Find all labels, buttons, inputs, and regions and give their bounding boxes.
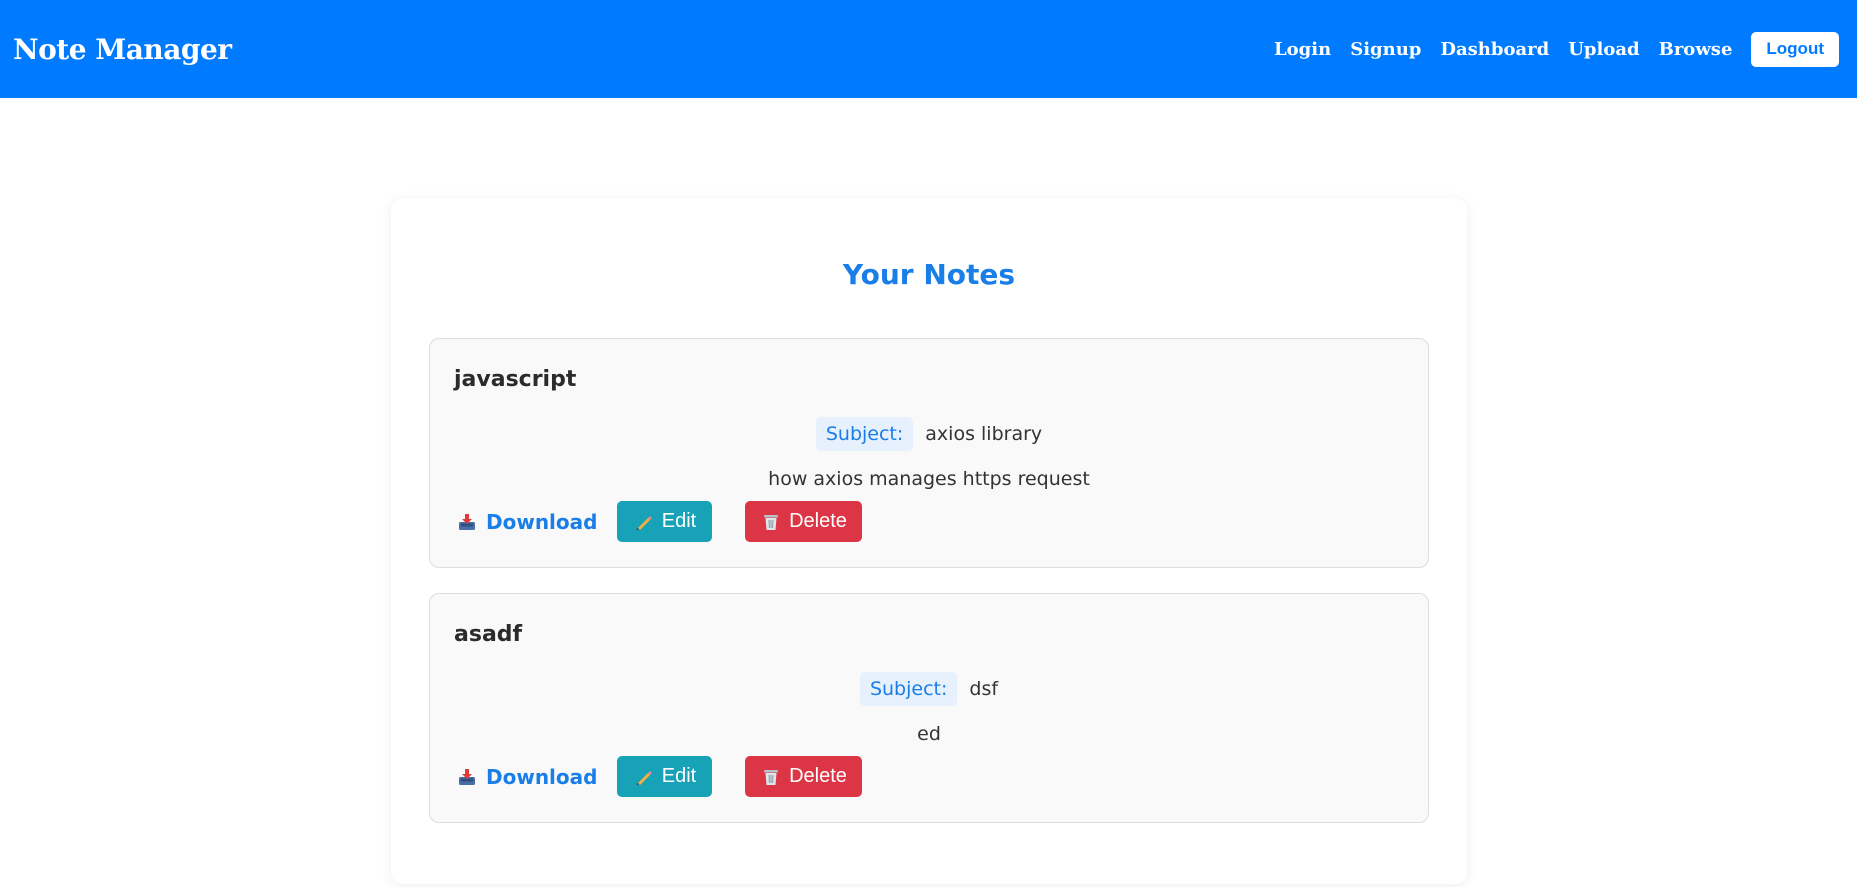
nav-link-login[interactable]: Login — [1274, 39, 1331, 60]
download-link[interactable]: Download — [458, 765, 597, 789]
wastebasket-icon — [764, 514, 779, 530]
subject-value: dsf — [969, 678, 999, 700]
brand-title[interactable]: Note Manager — [13, 33, 232, 66]
inbox-tray-icon — [459, 768, 475, 785]
nav-links: Login Signup Dashboard Upload Browse Log… — [1274, 31, 1839, 67]
delete-button[interactable]: Delete — [745, 501, 863, 542]
note-actions: Download Edit Delete — [458, 501, 863, 542]
subject-label: Subject: — [859, 672, 958, 706]
nav-link-signup[interactable]: Signup — [1350, 39, 1421, 60]
pencil-icon — [635, 770, 652, 785]
note-description: ed — [917, 723, 941, 745]
page-title: Your Notes — [842, 258, 1016, 291]
notes-card: Your Notes javascript Subject: axios lib… — [391, 198, 1467, 884]
navbar: Note Manager Login Signup Dashboard Uplo… — [0, 0, 1857, 98]
inbox-tray-icon — [459, 513, 475, 530]
note-description: how axios manages https request — [768, 468, 1090, 490]
note-item: javascript Subject: axios library how ax… — [429, 338, 1429, 568]
edit-button[interactable]: Edit — [617, 501, 713, 542]
note-title: javascript — [454, 367, 577, 392]
edit-label: Edit — [661, 510, 697, 532]
download-link[interactable]: Download — [458, 510, 597, 534]
nav-link-dashboard[interactable]: Dashboard — [1440, 39, 1549, 60]
edit-label: Edit — [661, 765, 697, 787]
delete-button[interactable]: Delete — [745, 756, 863, 797]
nav-link-browse[interactable]: Browse — [1659, 39, 1733, 60]
nav-link-upload[interactable]: Upload — [1568, 39, 1639, 60]
logout-button[interactable]: Logout — [1751, 31, 1839, 67]
edit-button[interactable]: Edit — [617, 756, 713, 797]
wastebasket-icon — [764, 769, 779, 785]
delete-label: Delete — [789, 765, 847, 787]
subject-value: axios library — [925, 423, 1043, 445]
subject-row: Subject: axios library — [430, 417, 1428, 451]
download-label: Download — [486, 509, 598, 534]
subject-row: Subject: dsf — [430, 672, 1428, 706]
download-label: Download — [486, 764, 598, 789]
pencil-icon — [635, 515, 652, 530]
delete-label: Delete — [789, 510, 847, 532]
note-actions: Download Edit Delete — [458, 756, 863, 797]
subject-label: Subject: — [815, 417, 914, 451]
note-item: asadf Subject: dsf ed Download Edit Dele… — [429, 593, 1429, 823]
note-title: asadf — [454, 622, 523, 647]
